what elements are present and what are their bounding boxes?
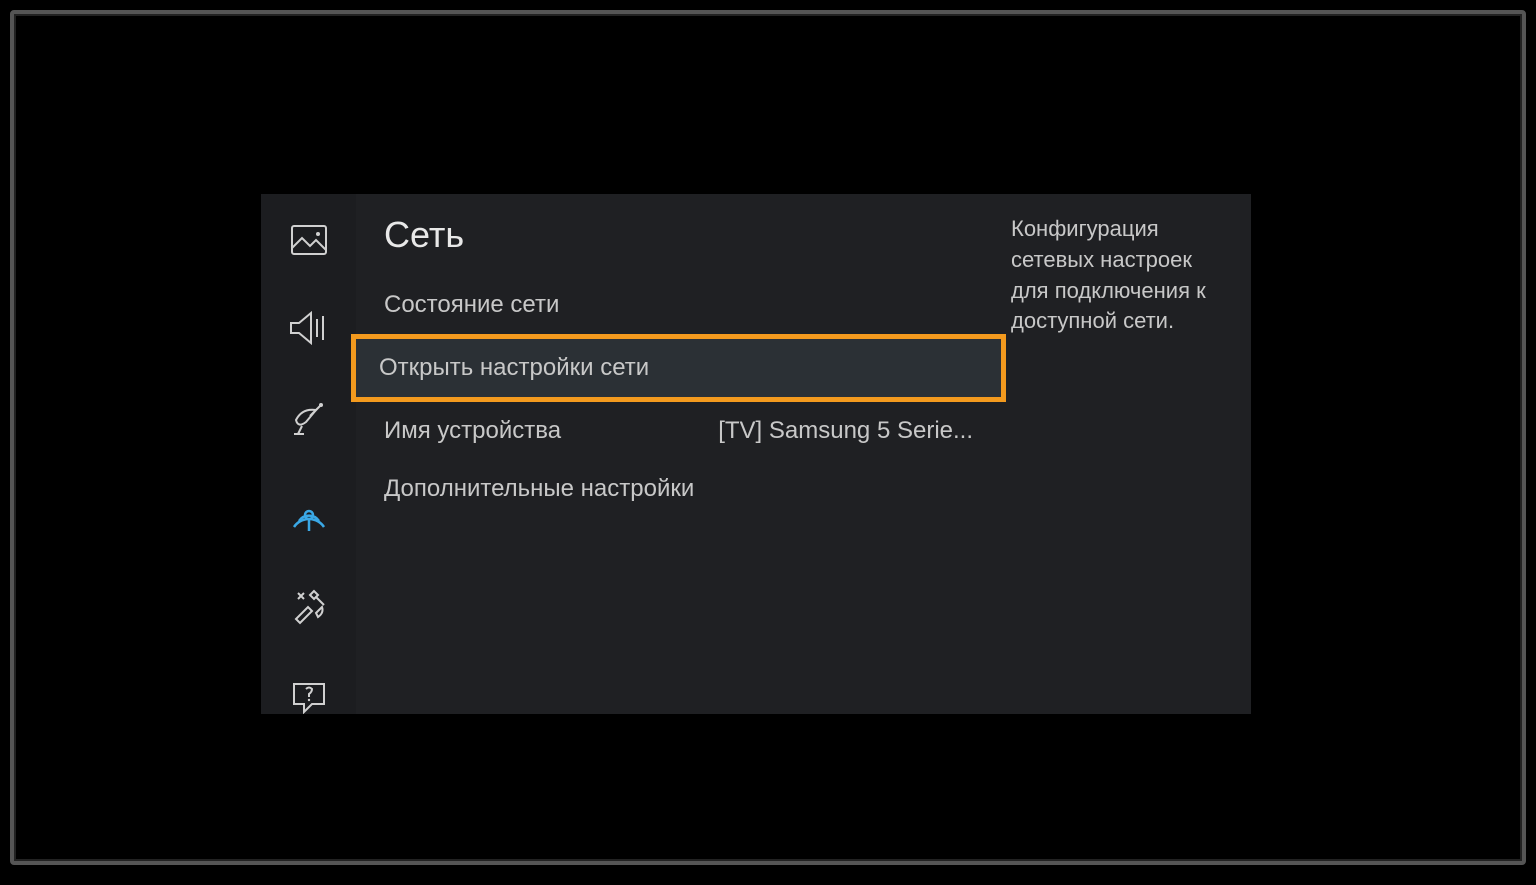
tools-icon <box>290 587 328 630</box>
menu-item-open-network-settings[interactable]: Открыть настройки сети <box>351 334 1006 402</box>
description-panel: Конфигурация сетевых настроек для подклю… <box>1001 194 1251 714</box>
sidebar-item-system[interactable] <box>287 587 331 630</box>
menu-list: Состояние сети Открыть настройки сети Им… <box>356 276 1001 518</box>
menu-item-expert-settings[interactable]: Дополнительные настройки <box>356 460 1001 518</box>
tv-frame: Сеть Состояние сети Открыть настройки се… <box>10 10 1526 865</box>
menu-item-value: [TV] Samsung 5 Serie... <box>718 417 973 445</box>
settings-main: Сеть Состояние сети Открыть настройки се… <box>356 194 1001 714</box>
menu-item-label: Имя устройства <box>384 417 561 445</box>
menu-item-label: Состояние сети <box>384 291 559 319</box>
settings-sidebar <box>261 194 356 714</box>
settings-panel: Сеть Состояние сети Открыть настройки се… <box>261 194 1251 714</box>
sidebar-item-broadcast[interactable] <box>287 400 331 443</box>
section-title: Сеть <box>356 204 1001 276</box>
picture-icon <box>290 224 328 261</box>
menu-item-label: Дополнительные настройки <box>384 475 694 503</box>
description-text: Конфигурация сетевых настроек для подклю… <box>1011 214 1233 337</box>
sidebar-item-support[interactable] <box>287 680 331 719</box>
sidebar-item-sound[interactable] <box>287 311 331 350</box>
support-icon <box>290 680 328 719</box>
sound-icon <box>289 311 329 350</box>
network-icon <box>289 493 329 538</box>
satellite-icon <box>290 400 328 443</box>
menu-item-network-status[interactable]: Состояние сети <box>356 276 1001 334</box>
sidebar-item-network[interactable] <box>287 493 331 537</box>
sidebar-item-picture[interactable] <box>287 224 331 261</box>
menu-item-label: Открыть настройки сети <box>379 354 649 382</box>
menu-item-device-name[interactable]: Имя устройства [TV] Samsung 5 Serie... <box>356 402 1001 460</box>
tv-screen: Сеть Состояние сети Открыть настройки се… <box>26 26 1510 849</box>
